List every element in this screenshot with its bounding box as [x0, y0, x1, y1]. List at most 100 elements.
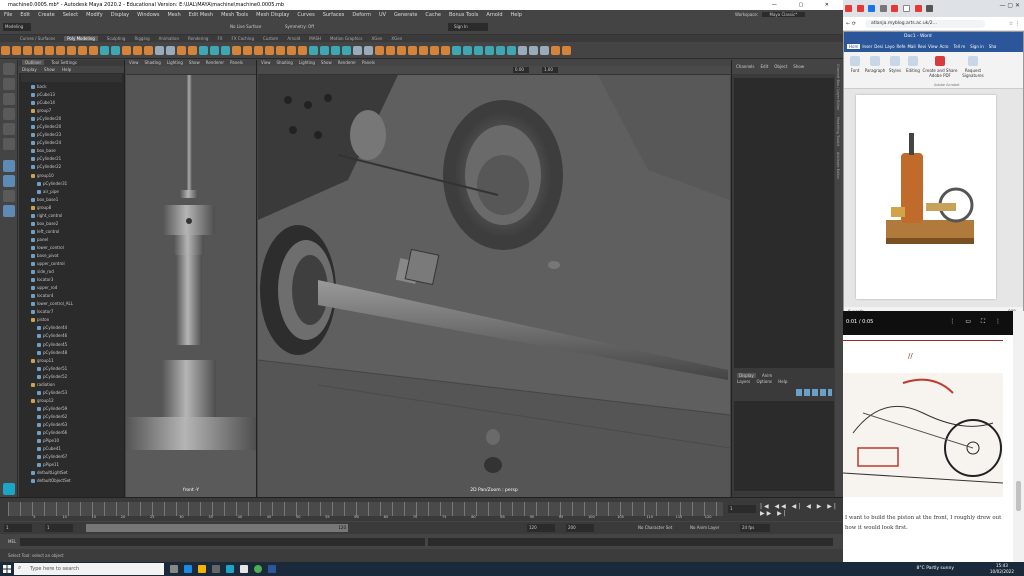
- layer-menu-options[interactable]: Options: [757, 379, 772, 384]
- menu-uv[interactable]: UV: [379, 12, 386, 18]
- file-explorer-icon[interactable]: [198, 565, 206, 573]
- outliner-item[interactable]: group7: [19, 107, 124, 115]
- taskbar-search[interactable]: Type here to search: [14, 563, 164, 575]
- windows-start-icon[interactable]: [3, 565, 11, 573]
- window-controls[interactable]: — ▢ ✕: [772, 0, 839, 10]
- menu-cache[interactable]: Cache: [425, 12, 441, 18]
- current-frame-field[interactable]: 1: [728, 505, 756, 513]
- side-tab-modelling-toolkit[interactable]: Modelling Toolkit: [836, 117, 840, 146]
- outliner-search[interactable]: [21, 74, 122, 82]
- create-share-pdf-button[interactable]: Create and Share Adobe PDF: [922, 56, 958, 78]
- shelf-tool-24-icon[interactable]: [265, 46, 274, 55]
- store-icon[interactable]: [212, 565, 220, 573]
- layer-list[interactable]: [734, 401, 834, 491]
- shelf-tool-26-icon[interactable]: [287, 46, 296, 55]
- shelf-tool-47-icon[interactable]: [518, 46, 527, 55]
- command-input[interactable]: [20, 538, 425, 546]
- outliner-item[interactable]: pCylinder20: [19, 115, 124, 123]
- menu-edit[interactable]: Edit: [20, 12, 30, 18]
- outliner-item[interactable]: pCylinder22: [19, 163, 124, 171]
- outliner-item[interactable]: pCylinder24: [19, 139, 124, 147]
- shelf-tool-4-icon[interactable]: [45, 46, 54, 55]
- shelf-tool-33-icon[interactable]: [364, 46, 373, 55]
- shelf-tool-6-icon[interactable]: [67, 46, 76, 55]
- side-tab-channel-box[interactable]: Channel Box / Layer Editor: [836, 64, 840, 111]
- menu-deform[interactable]: Deform: [352, 12, 371, 18]
- time-slider[interactable]: 5 10 15 20 25 30 35 40 45 50 55 60 65 70 75 80 85 90 95 100…: [0, 497, 843, 521]
- shelf-tool-23-icon[interactable]: [254, 46, 263, 55]
- shelf-tool-32-icon[interactable]: [353, 46, 362, 55]
- scroll-thumb[interactable]: [1016, 481, 1021, 511]
- browser-window-controls[interactable]: — ▢ ✕: [999, 2, 1020, 9]
- tab-close-icon[interactable]: [926, 5, 934, 12]
- outliner-item[interactable]: group10: [19, 172, 124, 180]
- outliner-item[interactable]: right_control: [19, 212, 124, 220]
- file-taskbar-icon[interactable]: [240, 565, 248, 573]
- outliner-item[interactable]: lower_control_ALL: [19, 300, 124, 308]
- browser-menu-icon[interactable]: ☆ ⋮: [1009, 17, 1020, 31]
- shelf-tool-10-icon[interactable]: [111, 46, 120, 55]
- outliner-item[interactable]: pCube13: [19, 91, 124, 99]
- menu-curves[interactable]: Curves: [297, 12, 314, 18]
- shelf-tab-sculpting[interactable]: Sculpting: [107, 36, 126, 41]
- persp-viewport[interactable]: View Shading Lighting Show Renderer Panels 0.…: [258, 60, 730, 497]
- shelf-tool-7-icon[interactable]: [78, 46, 87, 55]
- outliner-item[interactable]: box_base1: [19, 196, 124, 204]
- shelf-tool-3-icon[interactable]: [34, 46, 43, 55]
- menu-surfaces[interactable]: Surfaces: [323, 12, 345, 18]
- outliner-item[interactable]: pCylinder52: [19, 373, 124, 381]
- shelf-tool-16-icon[interactable]: [177, 46, 186, 55]
- outliner-item[interactable]: pPipe11: [19, 461, 124, 469]
- shelf-tool-8-icon[interactable]: [89, 46, 98, 55]
- shelf-tool-1-icon[interactable]: [12, 46, 21, 55]
- outliner-item[interactable]: pCylinder51: [19, 365, 124, 373]
- menu-file[interactable]: File: [4, 12, 12, 18]
- word-tab-view[interactable]: View: [928, 44, 938, 49]
- word-tab-desi[interactable]: Desi: [874, 44, 883, 49]
- live-surface[interactable]: No Live Surface: [230, 23, 261, 31]
- task-view-icon[interactable]: [170, 565, 178, 573]
- video-controls[interactable]: ⋮ ▭ ⛶ ⋮: [949, 318, 1005, 326]
- menu-select[interactable]: Select: [63, 12, 78, 18]
- tab-tool-settings[interactable]: Tool Settings: [51, 60, 76, 65]
- four-view-icon[interactable]: [3, 175, 15, 187]
- select-tool-icon[interactable]: [3, 63, 15, 75]
- word-tab-layo[interactable]: Layo: [885, 44, 895, 49]
- range-start-inner-field[interactable]: 1: [45, 524, 73, 532]
- outliner-item[interactable]: defaultLightSet: [19, 469, 124, 477]
- shelf-tool-46-icon[interactable]: [507, 46, 516, 55]
- shelf-tool-21-icon[interactable]: [232, 46, 241, 55]
- shelf-tool-30-icon[interactable]: [331, 46, 340, 55]
- menu-mesh-display[interactable]: Mesh Display: [256, 12, 289, 18]
- shelf-tool-31-icon[interactable]: [342, 46, 351, 55]
- workspace-selector[interactable]: Workspace: Maya Classic*: [735, 10, 806, 20]
- shelf-tool-19-icon[interactable]: [210, 46, 219, 55]
- shelf-tool-48-icon[interactable]: [529, 46, 538, 55]
- shelf-tool-36-icon[interactable]: [397, 46, 406, 55]
- outliner-item[interactable]: pCylinder46: [19, 332, 124, 340]
- outliner-menu-show[interactable]: Show: [44, 67, 55, 72]
- shelf-tool-34-icon[interactable]: [375, 46, 384, 55]
- lasso-tool-icon[interactable]: [3, 78, 15, 90]
- outliner-item[interactable]: defaultObjectSet: [19, 477, 124, 485]
- outliner-item[interactable]: pCylinder63: [19, 421, 124, 429]
- channel-box-list[interactable]: [734, 78, 834, 368]
- shelf-tab-fx-caching[interactable]: FX Caching: [232, 36, 254, 41]
- paint-select-icon[interactable]: [3, 93, 15, 105]
- range-end-outer-field[interactable]: 200: [566, 524, 594, 532]
- menu-mesh-tools[interactable]: Mesh Tools: [221, 12, 248, 18]
- shelf-tool-45-icon[interactable]: [496, 46, 505, 55]
- shelf-tool-18-icon[interactable]: [199, 46, 208, 55]
- shelf-tool-49-icon[interactable]: [540, 46, 549, 55]
- youtube-tab4-icon[interactable]: [914, 5, 922, 12]
- outliner-item[interactable]: back: [19, 83, 124, 91]
- menu-modify[interactable]: Modify: [86, 12, 103, 18]
- range-end-field[interactable]: 120: [527, 524, 555, 532]
- shelf-tool-37-icon[interactable]: [408, 46, 417, 55]
- outliner-item[interactable]: pCylinder62: [19, 413, 124, 421]
- shelf-tab-curves-surfaces[interactable]: Curves / Surfaces: [20, 36, 55, 41]
- playback-controls[interactable]: |◀ ◀◀ ◀| ◀ ▶ ▶| ▶▶ ▶|: [760, 503, 843, 517]
- shelf-tab-rendering[interactable]: Rendering: [188, 36, 208, 41]
- shelf-tool-12-icon[interactable]: [133, 46, 142, 55]
- menu-help[interactable]: Help: [511, 12, 522, 18]
